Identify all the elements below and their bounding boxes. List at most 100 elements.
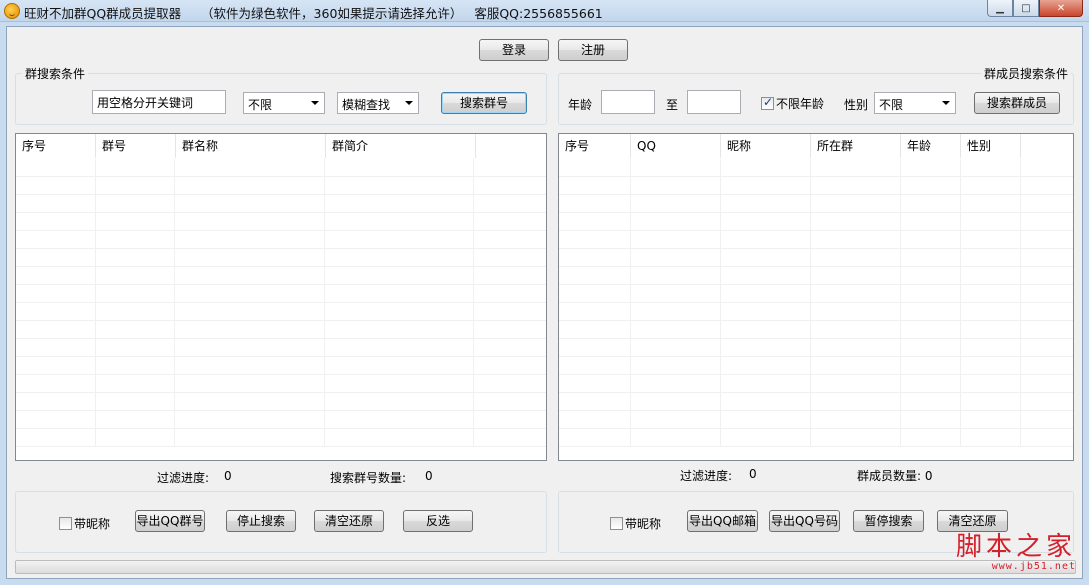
unlimited-age-checkbox[interactable]: 不限年龄 xyxy=(761,95,824,112)
list-cell-empty xyxy=(175,429,325,446)
checkbox-icon xyxy=(59,517,72,530)
list-cell-empty xyxy=(721,429,811,446)
export-qq-email-button[interactable]: 导出QQ邮箱 xyxy=(687,510,758,532)
list-cell-empty xyxy=(474,213,546,230)
list-cell-empty xyxy=(325,303,475,320)
register-button[interactable]: 注册 xyxy=(558,39,628,61)
list-cell-empty xyxy=(559,213,631,230)
member-with-nickname-checkbox[interactable]: 带昵称 xyxy=(610,515,661,532)
chevron-down-icon xyxy=(405,101,413,105)
watermark-logo: 脚本之家 xyxy=(955,532,1076,562)
member-col-group[interactable]: 所在群 xyxy=(811,134,901,158)
export-group-numbers-button[interactable]: 导出QQ群号 xyxy=(135,510,205,532)
list-cell-empty xyxy=(559,429,631,446)
list-cell-empty xyxy=(559,303,631,320)
group-progress-label: 过滤进度: xyxy=(157,471,210,485)
list-cell-empty xyxy=(325,213,475,230)
group-col-intro[interactable]: 群简介 xyxy=(326,134,476,158)
list-row-empty xyxy=(559,375,1073,393)
group-with-nickname-checkbox[interactable]: 带昵称 xyxy=(59,515,110,532)
list-row-empty xyxy=(16,321,546,339)
list-cell-empty xyxy=(175,177,325,194)
list-cell-empty xyxy=(961,393,1021,410)
list-cell-empty xyxy=(1021,357,1073,374)
list-cell-empty xyxy=(631,213,721,230)
login-button[interactable]: 登录 xyxy=(479,39,549,61)
group-clear-button[interactable]: 清空还原 xyxy=(314,510,384,532)
list-cell-empty xyxy=(961,177,1021,194)
list-cell-empty xyxy=(325,393,475,410)
group-count-value: 0 xyxy=(425,469,433,483)
unlimited-age-label: 不限年龄 xyxy=(776,97,825,111)
list-row-empty xyxy=(16,285,546,303)
list-cell-empty xyxy=(811,267,901,284)
list-cell-empty xyxy=(721,213,811,230)
list-cell-empty xyxy=(559,375,631,392)
pause-search-button[interactable]: 暂停搜索 xyxy=(853,510,924,532)
list-cell-empty xyxy=(96,375,176,392)
list-cell-empty xyxy=(631,303,721,320)
list-row-empty xyxy=(16,339,546,357)
list-row-empty xyxy=(559,303,1073,321)
stop-search-button[interactable]: 停止搜索 xyxy=(226,510,296,532)
app-icon xyxy=(4,3,20,19)
checkbox-checked-icon xyxy=(761,95,774,110)
group-col-index[interactable]: 序号 xyxy=(16,134,96,158)
list-row-empty xyxy=(559,177,1073,195)
member-list-rows xyxy=(559,159,1073,460)
member-col-qq[interactable]: QQ xyxy=(631,134,721,158)
list-cell-empty xyxy=(325,267,475,284)
list-cell-empty xyxy=(811,285,901,302)
list-cell-empty xyxy=(1021,213,1073,230)
list-cell-empty xyxy=(721,177,811,194)
member-col-index[interactable]: 序号 xyxy=(559,134,631,158)
keyword-input[interactable]: 用空格分开关键词 xyxy=(92,90,226,114)
list-cell-empty xyxy=(325,249,475,266)
member-col-age[interactable]: 年龄 xyxy=(901,134,961,158)
member-col-nickname[interactable]: 昵称 xyxy=(721,134,811,158)
gender-value: 不限 xyxy=(879,98,904,112)
group-col-name[interactable]: 群名称 xyxy=(176,134,326,158)
list-cell-empty xyxy=(16,303,96,320)
list-cell-empty xyxy=(16,285,96,302)
age-from-input[interactable] xyxy=(601,90,655,114)
list-cell-empty xyxy=(96,339,176,356)
match-mode-select[interactable]: 模糊查找 xyxy=(337,92,419,114)
gender-select[interactable]: 不限 xyxy=(874,92,956,114)
list-cell-empty xyxy=(901,429,961,446)
invert-selection-button[interactable]: 反选 xyxy=(403,510,473,532)
list-row-empty xyxy=(559,213,1073,231)
list-cell-empty xyxy=(961,411,1021,428)
group-filter-select[interactable]: 不限 xyxy=(243,92,325,114)
search-groups-button[interactable]: 搜索群号 xyxy=(441,92,527,114)
list-cell-empty xyxy=(961,357,1021,374)
group-list[interactable]: 序号 群号 群名称 群简介 xyxy=(15,133,547,461)
age-to-input[interactable] xyxy=(687,90,741,114)
group-col-number[interactable]: 群号 xyxy=(96,134,176,158)
list-cell-empty xyxy=(811,213,901,230)
search-members-button[interactable]: 搜索群成员 xyxy=(974,92,1060,114)
match-mode-value: 模糊查找 xyxy=(342,98,391,112)
list-cell-empty xyxy=(16,357,96,374)
list-cell-empty xyxy=(901,393,961,410)
close-button[interactable]: ✕ xyxy=(1039,0,1083,17)
member-col-gender[interactable]: 性别 xyxy=(961,134,1021,158)
export-qq-number-button[interactable]: 导出QQ号码 xyxy=(769,510,840,532)
list-row-empty xyxy=(559,411,1073,429)
minimize-button[interactable]: ▁ xyxy=(987,0,1013,17)
list-cell-empty xyxy=(1021,159,1073,176)
list-cell-empty xyxy=(721,303,811,320)
list-cell-empty xyxy=(1021,177,1073,194)
member-clear-button[interactable]: 清空还原 xyxy=(937,510,1008,532)
list-cell-empty xyxy=(901,267,961,284)
list-row-empty xyxy=(16,303,546,321)
list-cell-empty xyxy=(16,267,96,284)
maximize-button[interactable]: □ xyxy=(1013,0,1039,17)
list-cell-empty xyxy=(325,195,475,212)
list-cell-empty xyxy=(811,375,901,392)
list-cell-empty xyxy=(96,357,176,374)
member-col-filler xyxy=(1021,134,1073,158)
member-list[interactable]: 序号 QQ 昵称 所在群 年龄 性别 xyxy=(558,133,1074,461)
group-progress-value: 0 xyxy=(224,469,232,483)
list-cell-empty xyxy=(175,303,325,320)
